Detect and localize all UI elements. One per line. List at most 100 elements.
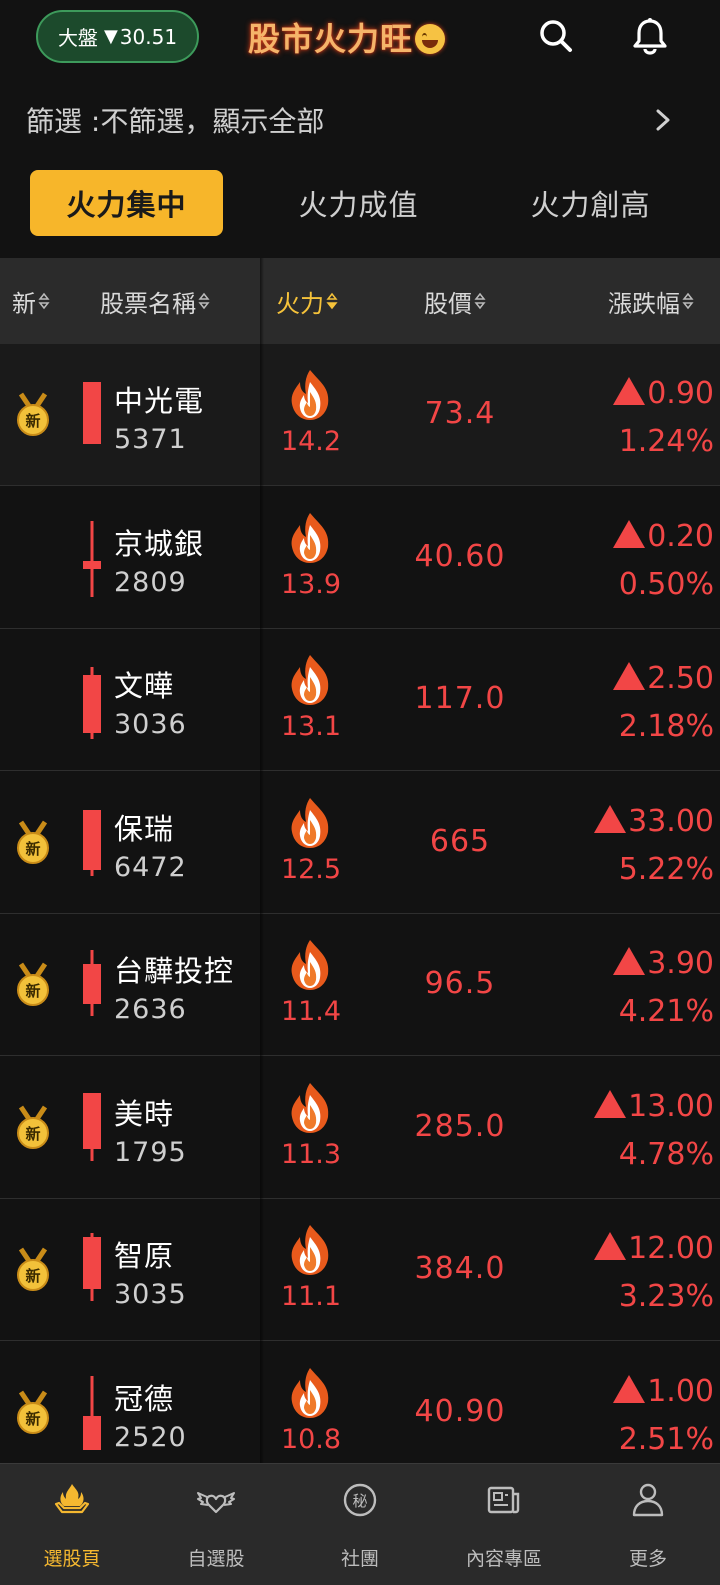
percent-change: 1.24% bbox=[618, 424, 714, 459]
candlestick-icon bbox=[83, 1375, 101, 1450]
flame-icon bbox=[291, 1367, 329, 1418]
tab-bar: 火力集中 火力成值 火力創高 bbox=[0, 168, 720, 240]
svg-text:新: 新 bbox=[25, 1125, 40, 1143]
nav-community[interactable]: 秘 社團 bbox=[288, 1464, 432, 1585]
app-title-logo: 股市火力旺 bbox=[248, 14, 446, 60]
column-stock-name[interactable]: 股票名稱 bbox=[100, 258, 210, 344]
flame-icon bbox=[291, 512, 329, 563]
new-medal-icon: 新 bbox=[17, 1390, 49, 1434]
bell-icon[interactable] bbox=[630, 16, 670, 56]
sort-icon bbox=[474, 291, 486, 311]
price-change: 3.90 bbox=[613, 946, 714, 981]
price-change: 2.50 bbox=[613, 661, 714, 696]
new-medal-icon: 新 bbox=[17, 820, 49, 864]
column-change[interactable]: 漲跌幅 bbox=[608, 258, 694, 344]
fire-value: 10.8 bbox=[280, 1423, 342, 1455]
person-icon bbox=[632, 1483, 664, 1517]
svg-text:新: 新 bbox=[25, 412, 40, 430]
column-price[interactable]: 股價 bbox=[424, 258, 486, 344]
stock-name: 保瑞 bbox=[114, 811, 175, 846]
stock-name: 京城銀 bbox=[114, 526, 205, 561]
stock-price: 384.0 bbox=[414, 1251, 506, 1286]
price-change: 33.00 bbox=[594, 804, 714, 839]
price-change: 1.00 bbox=[613, 1374, 714, 1409]
stock-name: 智原 bbox=[114, 1239, 175, 1273]
fire-value: 12.5 bbox=[280, 853, 342, 885]
new-medal-icon: 新 bbox=[17, 392, 49, 436]
table-row[interactable]: 文曄 3036 13.1 117.0 2.50 2.18% bbox=[0, 629, 720, 771]
percent-change: 0.50% bbox=[618, 566, 714, 602]
sort-icon bbox=[198, 291, 210, 311]
column-new[interactable]: 新 bbox=[12, 258, 50, 344]
table-row[interactable]: 新 台驊投控 2636 11.4 96.5 3.90 4.21% bbox=[0, 914, 720, 1056]
stock-code: 6472 bbox=[114, 851, 187, 883]
filter-row[interactable]: 篩選 :不篩選，顯示全部 bbox=[0, 88, 720, 152]
stock-name: 文曄 bbox=[114, 669, 175, 703]
new-medal-icon: 新 bbox=[17, 962, 49, 1006]
app-header: 大盤 ▼ 30.51 股市火力旺 bbox=[0, 0, 720, 80]
tab-fire-value[interactable]: 火力成值 bbox=[262, 170, 455, 236]
price-change: 0.90 bbox=[613, 376, 714, 411]
svg-text:秘: 秘 bbox=[352, 1492, 367, 1510]
fire-value: 13.1 bbox=[280, 711, 342, 742]
winged-heart-icon bbox=[197, 1492, 235, 1514]
svg-text:新: 新 bbox=[25, 1410, 40, 1428]
bottom-nav: 選股頁 自選股 秘 社團 內容專區 更多 bbox=[0, 1463, 720, 1585]
stock-name: 冠德 bbox=[114, 1381, 175, 1416]
search-icon[interactable] bbox=[536, 16, 576, 56]
nav-label: 內容專區 bbox=[465, 1548, 542, 1570]
up-triangle-icon bbox=[594, 1232, 627, 1260]
stock-name: 美時 bbox=[114, 1096, 175, 1131]
fire-value: 11.4 bbox=[280, 996, 342, 1027]
stock-price: 73.4 bbox=[424, 396, 496, 431]
up-triangle-icon bbox=[613, 519, 646, 548]
column-fire[interactable]: 火力 bbox=[276, 258, 338, 344]
price-change: 12.00 bbox=[594, 1231, 714, 1266]
stock-name: 中光電 bbox=[114, 384, 205, 418]
nav-label: 社團 bbox=[340, 1548, 379, 1570]
flame-icon bbox=[291, 655, 329, 705]
market-change: 30.51 bbox=[119, 24, 178, 49]
nav-content[interactable]: 內容專區 bbox=[432, 1464, 576, 1585]
flame-icon bbox=[291, 370, 329, 420]
price-change: 0.20 bbox=[613, 519, 714, 554]
nav-label: 選股頁 bbox=[43, 1548, 101, 1570]
flame-icon bbox=[291, 940, 329, 990]
nav-watchlist[interactable]: 自選股 bbox=[144, 1464, 288, 1585]
price-change: 13.00 bbox=[594, 1089, 714, 1124]
candlestick-icon bbox=[83, 667, 101, 739]
table-row[interactable]: 新 美時 1795 11.3 285.0 13.00 4.78% bbox=[0, 1057, 720, 1199]
percent-change: 2.51% bbox=[618, 1421, 714, 1457]
stock-price: 40.90 bbox=[414, 1393, 506, 1429]
fire-hand-icon bbox=[54, 1484, 90, 1514]
tab-fire-concentration[interactable]: 火力集中 bbox=[30, 170, 223, 236]
fire-value: 11.3 bbox=[280, 1138, 342, 1170]
grin-emoji-icon bbox=[415, 24, 446, 54]
table-row[interactable]: 新 中光電 5371 14.2 73.4 0.90 1.24% bbox=[0, 344, 720, 486]
secret-badge-icon: 秘 bbox=[343, 1483, 377, 1517]
column-divider bbox=[260, 258, 264, 1463]
market-index-pill[interactable]: 大盤 ▼ 30.51 bbox=[36, 10, 199, 63]
flame-icon bbox=[291, 797, 329, 848]
table-row[interactable]: 新 智原 3035 11.1 384.0 12.00 3.23% bbox=[0, 1199, 720, 1341]
stock-code: 2809 bbox=[114, 566, 187, 598]
table-row[interactable]: 新 保瑞 6472 12.5 665 33.00 5.22% bbox=[0, 772, 720, 914]
nav-more[interactable]: 更多 bbox=[576, 1464, 720, 1585]
down-arrow-icon: ▼ bbox=[103, 26, 118, 47]
stock-code: 2520 bbox=[114, 1421, 187, 1453]
filter-label: 篩選 :不篩選，顯示全部 bbox=[26, 105, 325, 138]
flame-icon bbox=[291, 1082, 329, 1133]
up-triangle-icon bbox=[594, 1089, 627, 1118]
sort-icon bbox=[682, 291, 694, 311]
new-medal-icon: 新 bbox=[17, 1247, 49, 1291]
svg-text:新: 新 bbox=[25, 982, 40, 1000]
fire-value: 14.2 bbox=[280, 426, 342, 457]
stock-code: 5371 bbox=[114, 424, 187, 455]
newspaper-icon bbox=[487, 1486, 520, 1514]
percent-change: 4.21% bbox=[618, 994, 714, 1029]
table-row[interactable]: 京城銀 2809 13.9 40.60 0.20 0.50% bbox=[0, 487, 720, 629]
tab-fire-high[interactable]: 火力創高 bbox=[494, 170, 687, 236]
up-triangle-icon bbox=[613, 662, 646, 690]
nav-stock-picker[interactable]: 選股頁 bbox=[0, 1464, 144, 1585]
candlestick-icon bbox=[83, 950, 101, 1016]
